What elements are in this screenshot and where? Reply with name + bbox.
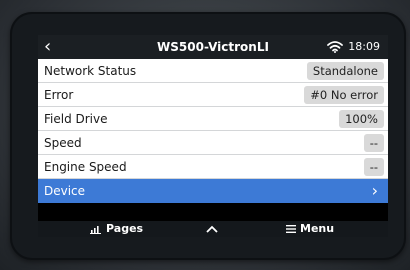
list-item-device[interactable]: Device › [38, 179, 388, 203]
clock: 18:09 [348, 40, 380, 53]
top-bar: ‹ WS500-VictronLI 18:09 [38, 35, 388, 59]
row-label: Error [44, 88, 74, 102]
hamburger-icon [286, 225, 296, 233]
row-value: -- [363, 134, 384, 152]
chevron-right-icon: › [371, 181, 378, 200]
row-value: #0 No error [304, 86, 384, 104]
pages-label: Pages [106, 222, 144, 235]
list-item-engine-speed[interactable]: Engine Speed -- [38, 155, 388, 179]
row-value: 100% [339, 110, 384, 128]
row-label: Engine Speed [44, 160, 127, 174]
wifi-icon [327, 41, 344, 53]
list-item-network-status[interactable]: Network Status Standalone [38, 59, 388, 83]
row-label: Network Status [44, 64, 137, 78]
menu-button[interactable]: Menu [286, 221, 334, 237]
scroll-up-button[interactable] [206, 221, 218, 237]
row-label: Field Drive [44, 112, 108, 126]
list-item-speed[interactable]: Speed -- [38, 131, 388, 155]
status-area: 18:09 [327, 35, 380, 59]
list-item-error[interactable]: Error #0 No error [38, 83, 388, 107]
screen: ‹ WS500-VictronLI 18:09 Network Status S… [38, 35, 388, 237]
bar-chart-icon [90, 225, 101, 234]
chevron-up-icon [206, 225, 218, 233]
row-label: Speed [44, 136, 82, 150]
list-item-field-drive[interactable]: Field Drive 100% [38, 107, 388, 131]
row-value: Standalone [306, 62, 384, 80]
row-value: -- [363, 158, 384, 176]
row-label: Device [44, 184, 86, 198]
bottom-bar: Pages Menu [38, 221, 388, 237]
menu-label: Menu [300, 222, 335, 235]
pages-button[interactable]: Pages [90, 221, 143, 237]
